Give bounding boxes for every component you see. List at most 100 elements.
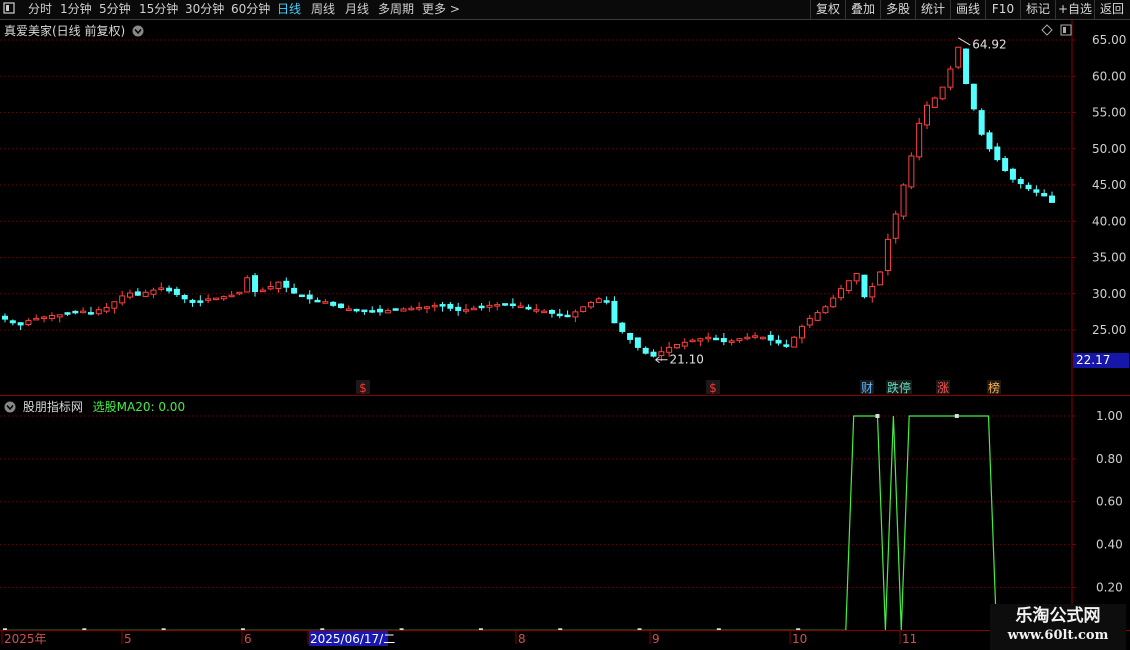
candle[interactable]	[150, 287, 157, 299]
candle[interactable]	[455, 302, 462, 316]
panel-toggle-icon[interactable]	[3, 2, 15, 14]
candle[interactable]	[884, 233, 891, 276]
candle[interactable]	[2, 313, 8, 323]
candle[interactable]	[486, 300, 493, 312]
back-button[interactable]: 返回	[1094, 0, 1129, 19]
candle[interactable]	[783, 339, 790, 348]
candle[interactable]	[252, 273, 259, 297]
candle[interactable]	[17, 322, 24, 331]
candle[interactable]	[353, 308, 360, 313]
candle[interactable]	[267, 281, 274, 291]
candle[interactable]	[337, 303, 344, 309]
candle[interactable]	[673, 344, 680, 350]
candle[interactable]	[681, 338, 688, 350]
period-tab[interactable]: 30分钟	[185, 1, 224, 18]
candle[interactable]	[205, 294, 212, 304]
candle[interactable]	[798, 324, 805, 344]
candle[interactable]	[1017, 176, 1024, 189]
candle[interactable]	[111, 301, 118, 314]
event-marker[interactable]: 榜	[988, 380, 1000, 395]
period-tab[interactable]: 5分钟	[99, 1, 131, 18]
candle[interactable]	[736, 337, 743, 343]
fuquan-button[interactable]: 复权	[810, 0, 845, 19]
candle[interactable]	[572, 309, 579, 323]
candle[interactable]	[744, 332, 751, 341]
candle[interactable]	[423, 306, 430, 314]
period-tab[interactable]: 月线	[345, 1, 369, 18]
candle[interactable]	[345, 305, 352, 311]
candle[interactable]	[830, 294, 837, 308]
candle[interactable]	[947, 65, 954, 91]
candle[interactable]	[931, 96, 938, 109]
candle[interactable]	[611, 296, 618, 324]
candle[interactable]	[298, 294, 305, 298]
candle[interactable]	[166, 285, 173, 294]
candle[interactable]	[189, 298, 196, 307]
mark-button[interactable]: 标记	[1020, 0, 1055, 19]
candle[interactable]	[548, 309, 555, 318]
candle[interactable]	[767, 331, 774, 346]
candle[interactable]	[814, 309, 821, 322]
candle[interactable]	[314, 297, 321, 303]
candle[interactable]	[369, 306, 376, 314]
draw-line-button[interactable]: 画线	[950, 0, 985, 19]
candle[interactable]	[697, 337, 704, 347]
candle[interactable]	[564, 310, 571, 318]
candle[interactable]	[291, 283, 298, 295]
candle[interactable]	[650, 349, 657, 358]
candle[interactable]	[377, 305, 384, 316]
candle[interactable]	[619, 321, 626, 334]
candle[interactable]	[603, 296, 610, 305]
candle[interactable]	[509, 298, 516, 309]
candle[interactable]	[212, 297, 219, 301]
candle[interactable]	[502, 303, 509, 307]
candle[interactable]	[134, 288, 141, 296]
candle[interactable]	[56, 314, 63, 323]
candle[interactable]	[87, 306, 94, 316]
candle[interactable]	[408, 305, 415, 311]
candle[interactable]	[119, 290, 126, 306]
candle[interactable]	[158, 282, 165, 292]
candle[interactable]	[103, 303, 110, 314]
candle[interactable]	[1009, 167, 1016, 183]
candle[interactable]	[970, 83, 977, 111]
event-marker[interactable]: 跌停	[887, 380, 911, 395]
period-tab[interactable]: 1分钟	[60, 1, 92, 18]
candle[interactable]	[181, 294, 188, 304]
candle[interactable]	[994, 143, 1001, 162]
candle[interactable]	[330, 301, 337, 308]
candle[interactable]	[400, 307, 407, 312]
price-chart[interactable]: 65.00 60.00 55.00 50.00 45.00 40.00 35.00 30.00…	[0, 20, 1130, 395]
candle[interactable]	[775, 335, 782, 346]
candle[interactable]	[1002, 155, 1009, 172]
candle[interactable]	[955, 46, 962, 70]
candle[interactable]	[127, 289, 134, 300]
statistics-button[interactable]: 统计	[915, 0, 950, 19]
candle[interactable]	[838, 284, 845, 301]
add-watchlist-button[interactable]: +自选	[1055, 0, 1094, 19]
indicator-chart[interactable]: 1.00 0.80 0.60 0.40 0.20	[0, 396, 1130, 630]
candle[interactable]	[447, 301, 454, 312]
candle[interactable]	[306, 290, 313, 304]
candle[interactable]	[494, 302, 501, 311]
candle[interactable]	[752, 332, 759, 340]
candle[interactable]	[228, 290, 235, 298]
candle[interactable]	[236, 291, 243, 296]
candle[interactable]	[689, 338, 696, 343]
candle[interactable]	[25, 318, 32, 327]
period-tab[interactable]: 60分钟	[231, 1, 270, 18]
candle[interactable]	[900, 183, 907, 220]
candle[interactable]	[9, 319, 16, 326]
period-tab[interactable]: 多周期	[378, 1, 414, 18]
candle[interactable]	[728, 338, 735, 346]
candle[interactable]	[963, 48, 970, 85]
candle[interactable]	[392, 308, 399, 311]
candle[interactable]	[588, 300, 595, 310]
candle[interactable]	[259, 287, 266, 293]
candle[interactable]	[908, 152, 915, 190]
candle[interactable]	[416, 302, 423, 312]
f10-button[interactable]: F10	[985, 0, 1020, 19]
candle[interactable]	[806, 314, 813, 329]
overlay-button[interactable]: 叠加	[845, 0, 880, 19]
candle[interactable]	[48, 312, 55, 322]
